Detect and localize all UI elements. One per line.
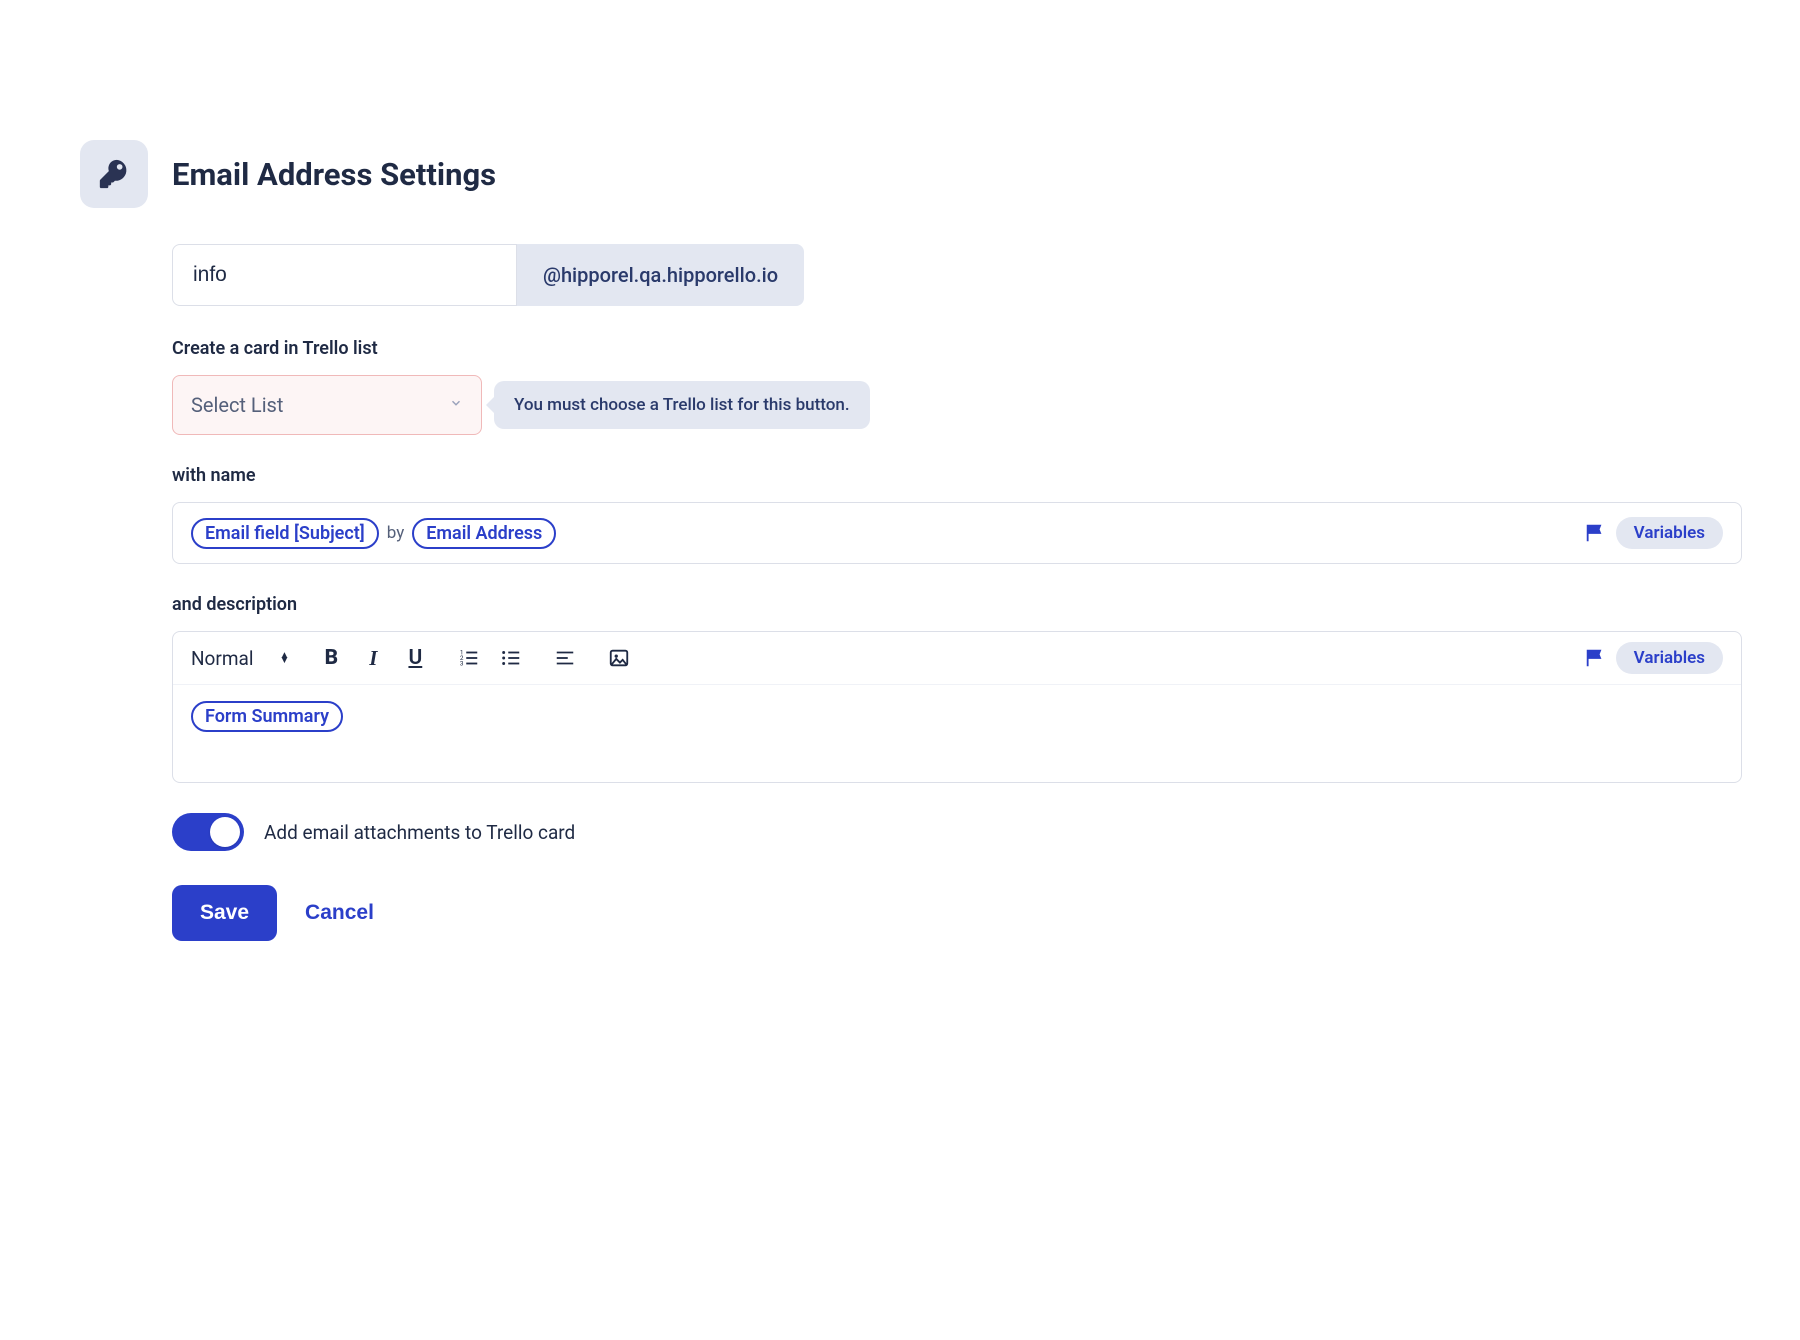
pill-form-summary[interactable]: Form Summary (191, 701, 343, 732)
pill-email-subject[interactable]: Email field [Subject] (191, 518, 379, 549)
key-icon (80, 140, 148, 208)
align-button[interactable] (553, 647, 577, 669)
name-variables-button[interactable]: Variables (1616, 517, 1723, 549)
trello-list-row: Select List You must choose a Trello lis… (172, 375, 1742, 435)
image-button[interactable] (607, 647, 631, 669)
name-pills: Email field [Subject] by Email Address (191, 518, 556, 549)
trello-list-label: Create a card in Trello list (172, 338, 1742, 359)
header-row: Email Address Settings (80, 140, 1760, 208)
bold-button[interactable]: B (319, 646, 343, 670)
description-label: and description (172, 594, 1742, 615)
name-variables-group: Variables (1584, 517, 1723, 549)
settings-card: Email Address Settings @hipporel.qa.hipp… (80, 140, 1760, 941)
attachments-toggle-label: Add email attachments to Trello card (264, 821, 575, 844)
description-editor: Normal ▲▼ B I U 1 (172, 631, 1742, 783)
italic-button[interactable]: I (361, 646, 385, 671)
with-name-label: with name (172, 465, 1742, 486)
by-text: by (387, 523, 405, 543)
toggle-knob (210, 817, 240, 847)
page-title: Email Address Settings (172, 156, 496, 193)
format-select[interactable]: Normal ▲▼ (191, 647, 289, 670)
email-domain-suffix: @hipporel.qa.hipporello.io (517, 244, 804, 306)
toolbar-left: Normal ▲▼ B I U 1 (191, 646, 631, 671)
action-row: Save Cancel (172, 885, 1742, 941)
attachments-toggle[interactable] (172, 813, 244, 851)
sort-caret-icon: ▲▼ (279, 653, 289, 663)
attachments-toggle-row: Add email attachments to Trello card (172, 813, 1742, 851)
email-address-row: @hipporel.qa.hipporello.io (172, 244, 1742, 306)
editor-toolbar: Normal ▲▼ B I U 1 (173, 632, 1741, 685)
pill-email-address[interactable]: Email Address (412, 518, 556, 549)
underline-button[interactable]: U (403, 646, 427, 670)
card-name-input[interactable]: Email field [Subject] by Email Address V… (172, 502, 1742, 564)
trello-list-placeholder: Select List (191, 393, 283, 417)
flag-icon (1584, 522, 1606, 544)
format-select-label: Normal (191, 647, 253, 670)
ordered-list-button[interactable]: 1 2 3 (457, 647, 481, 669)
desc-variables-group: Variables (1584, 642, 1723, 674)
trello-list-hint: You must choose a Trello list for this b… (494, 381, 870, 429)
editor-body[interactable]: Form Summary (173, 685, 1741, 782)
settings-content: @hipporel.qa.hipporello.io Create a card… (172, 244, 1742, 941)
save-button[interactable]: Save (172, 885, 277, 941)
email-local-input[interactable] (172, 244, 517, 306)
trello-list-select[interactable]: Select List (172, 375, 482, 435)
chevron-down-icon (449, 396, 463, 414)
flag-icon (1584, 647, 1606, 669)
svg-text:3: 3 (460, 659, 464, 667)
desc-variables-button[interactable]: Variables (1616, 642, 1723, 674)
cancel-button[interactable]: Cancel (305, 901, 374, 925)
unordered-list-button[interactable] (499, 647, 523, 669)
